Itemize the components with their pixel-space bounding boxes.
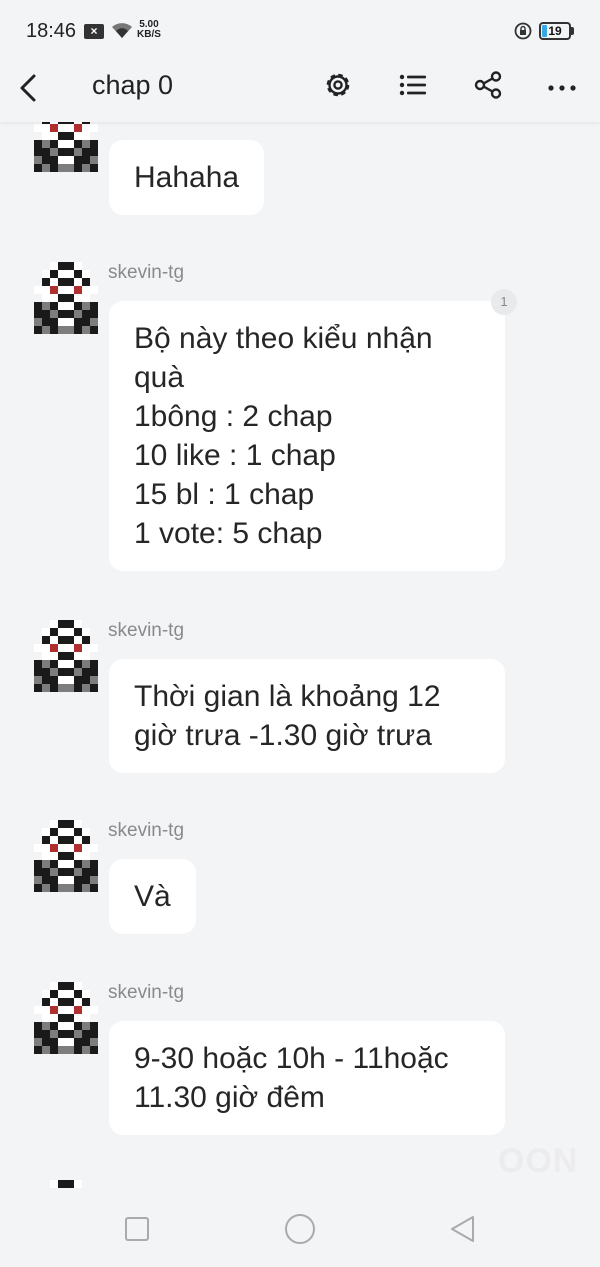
message-bubble[interactable]: Và bbox=[109, 859, 196, 934]
like-count-badge[interactable]: 1 bbox=[491, 289, 517, 315]
back-nav-button[interactable] bbox=[446, 1212, 480, 1246]
more-button[interactable] bbox=[545, 68, 579, 102]
page-title: chap 0 bbox=[92, 70, 174, 100]
status-bar: 18:46 × 5.00 KB/S 19 bbox=[0, 0, 600, 62]
message-bubble[interactable]: Thời gian là khoảng 12 giờ trưa -1.30 gi… bbox=[109, 659, 505, 773]
app-bar: chap 0 bbox=[0, 62, 600, 122]
chapter-list-button[interactable] bbox=[396, 68, 430, 102]
avatar-image bbox=[34, 620, 98, 692]
rotation-lock-icon bbox=[514, 22, 532, 45]
avatar-image bbox=[34, 982, 98, 1054]
message-bubble[interactable]: Bộ này theo kiểu nhận quà 1bông : 2 chap… bbox=[109, 301, 505, 571]
recents-button[interactable] bbox=[120, 1212, 154, 1246]
circle-icon bbox=[285, 1214, 315, 1244]
system-nav-bar bbox=[0, 1188, 600, 1267]
avatar[interactable] bbox=[34, 814, 98, 892]
notification-x-icon: × bbox=[84, 24, 104, 39]
message-bubble[interactable]: 9-30 hoặc 10h - 11hoặc 11.30 giờ đêm bbox=[109, 1021, 505, 1135]
avatar-image bbox=[34, 122, 98, 172]
avatar[interactable] bbox=[34, 614, 98, 692]
avatar[interactable] bbox=[34, 976, 98, 1054]
battery-icon: 19 bbox=[539, 22, 571, 40]
username[interactable]: skevin-tg bbox=[108, 620, 184, 642]
battery-level: 19 bbox=[548, 24, 562, 38]
square-icon bbox=[125, 1217, 149, 1241]
more-icon bbox=[548, 85, 576, 91]
back-icon bbox=[20, 74, 36, 102]
username[interactable]: skevin-tg bbox=[108, 820, 184, 842]
status-time: 18:46 bbox=[26, 20, 77, 42]
chat-list[interactable]: OON Hahaha skevin-tg Bộ này theo kiểu nh… bbox=[0, 122, 600, 1188]
username[interactable]: skevin-tg bbox=[108, 262, 184, 284]
settings-button[interactable] bbox=[321, 68, 355, 102]
watermark: OON bbox=[498, 1142, 579, 1180]
avatar[interactable] bbox=[34, 1174, 98, 1188]
share-button[interactable] bbox=[471, 68, 505, 102]
avatar[interactable] bbox=[34, 122, 98, 172]
triangle-back-icon bbox=[451, 1216, 474, 1242]
wifi-icon bbox=[110, 20, 134, 45]
gear-icon bbox=[326, 73, 350, 97]
avatar[interactable] bbox=[34, 256, 98, 334]
back-button[interactable] bbox=[14, 68, 44, 108]
share-icon bbox=[474, 71, 502, 99]
network-speed: 5.00 KB/S bbox=[137, 20, 161, 40]
avatar-image bbox=[34, 262, 98, 334]
battery-tip bbox=[571, 27, 574, 35]
avatar-image bbox=[34, 820, 98, 892]
speed-unit: KB/S bbox=[137, 29, 161, 40]
message-bubble[interactable]: Hahaha bbox=[109, 140, 265, 215]
avatar-image bbox=[50, 1180, 82, 1188]
username[interactable]: skevin-tg bbox=[108, 982, 184, 1004]
home-button[interactable] bbox=[283, 1212, 317, 1246]
list-icon bbox=[399, 74, 426, 96]
